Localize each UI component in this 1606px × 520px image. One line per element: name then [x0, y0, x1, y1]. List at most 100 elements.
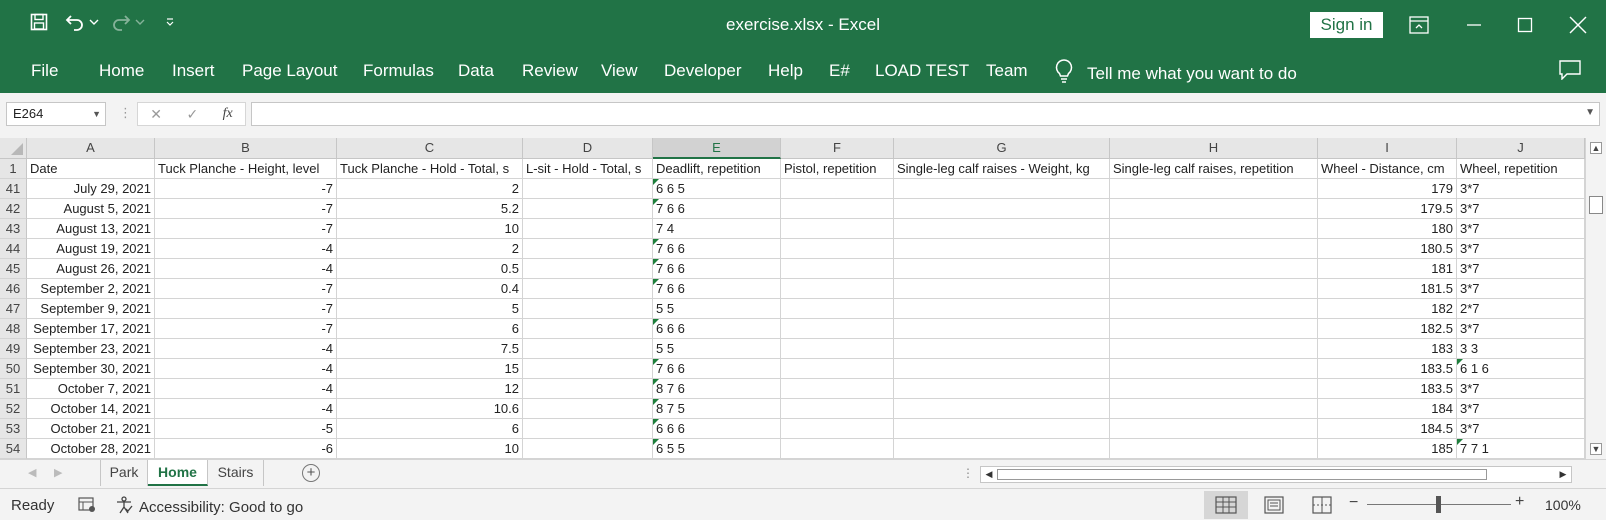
- table-cell[interactable]: [894, 239, 1110, 259]
- table-cell[interactable]: [781, 299, 894, 319]
- table-cell[interactable]: [1110, 339, 1318, 359]
- table-cell[interactable]: [523, 239, 653, 259]
- enter-icon[interactable]: ✓: [186, 106, 198, 123]
- table-cell[interactable]: 15: [337, 359, 523, 379]
- table-cell[interactable]: 7 6 6: [653, 359, 781, 379]
- table-cell[interactable]: 3 3: [1457, 339, 1585, 359]
- table-cell[interactable]: 3*7: [1457, 259, 1585, 279]
- table-cell[interactable]: [781, 259, 894, 279]
- row-header[interactable]: 54: [0, 439, 27, 459]
- table-cell[interactable]: 8 7 6: [653, 379, 781, 399]
- table-cell[interactable]: [523, 179, 653, 199]
- table-cell[interactable]: 2: [337, 179, 523, 199]
- customize-toolbar-icon[interactable]: [160, 11, 180, 33]
- tab-review[interactable]: Review: [522, 61, 578, 81]
- ribbon-display-options-icon[interactable]: [1404, 10, 1434, 40]
- tab-formulas[interactable]: Formulas: [363, 61, 434, 81]
- table-cell[interactable]: [781, 319, 894, 339]
- table-cell[interactable]: 183.5: [1318, 379, 1457, 399]
- table-cell[interactable]: -7: [155, 219, 337, 239]
- table-cell[interactable]: 183.5: [1318, 359, 1457, 379]
- row-header[interactable]: 42: [0, 199, 27, 219]
- close-icon[interactable]: [1563, 10, 1593, 40]
- table-cell[interactable]: [1110, 359, 1318, 379]
- scroll-up-icon[interactable]: ▲: [1590, 142, 1602, 154]
- previous-sheet-icon[interactable]: ◀: [28, 466, 36, 479]
- table-cell[interactable]: 181.5: [1318, 279, 1457, 299]
- table-cell[interactable]: -7: [155, 279, 337, 299]
- table-cell[interactable]: [781, 359, 894, 379]
- tab-insert[interactable]: Insert: [172, 61, 215, 81]
- table-cell[interactable]: [1110, 239, 1318, 259]
- header-cell[interactable]: Tuck Planche - Height, level: [155, 159, 337, 179]
- table-cell[interactable]: [1110, 179, 1318, 199]
- row-header[interactable]: 45: [0, 259, 27, 279]
- table-cell[interactable]: -7: [155, 199, 337, 219]
- tab-file[interactable]: File: [31, 61, 58, 81]
- table-cell[interactable]: 3*7: [1457, 399, 1585, 419]
- table-cell[interactable]: [894, 279, 1110, 299]
- table-cell[interactable]: 180: [1318, 219, 1457, 239]
- scroll-down-icon[interactable]: ▼: [1590, 443, 1602, 455]
- table-cell[interactable]: August 5, 2021: [27, 199, 155, 219]
- table-cell[interactable]: [894, 319, 1110, 339]
- table-cell[interactable]: [1110, 319, 1318, 339]
- vertical-scrollbar[interactable]: ▲ ▼: [1585, 138, 1606, 459]
- table-cell[interactable]: [523, 439, 653, 459]
- table-cell[interactable]: -4: [155, 339, 337, 359]
- worksheet-grid[interactable]: ▲ ▼ A B C D E F G H I J 1 Date Tuck Planche - Height…: [0, 138, 1606, 459]
- table-cell[interactable]: 184.5: [1318, 419, 1457, 439]
- minimize-icon[interactable]: [1459, 10, 1489, 40]
- macro-recording-icon[interactable]: [78, 497, 96, 517]
- table-cell[interactable]: 6 1 6: [1457, 359, 1585, 379]
- column-header-j[interactable]: J: [1457, 138, 1585, 159]
- table-cell[interactable]: [523, 359, 653, 379]
- sheet-tab-park[interactable]: Park: [100, 460, 148, 486]
- table-cell[interactable]: September 2, 2021: [27, 279, 155, 299]
- header-cell[interactable]: Date: [27, 159, 155, 179]
- formula-input[interactable]: ▼: [251, 102, 1600, 126]
- table-cell[interactable]: -4: [155, 379, 337, 399]
- table-cell[interactable]: [894, 439, 1110, 459]
- table-cell[interactable]: 181: [1318, 259, 1457, 279]
- table-cell[interactable]: [1110, 379, 1318, 399]
- table-cell[interactable]: -4: [155, 239, 337, 259]
- table-cell[interactable]: [1110, 219, 1318, 239]
- row-header[interactable]: 43: [0, 219, 27, 239]
- table-cell[interactable]: September 9, 2021: [27, 299, 155, 319]
- table-cell[interactable]: [781, 279, 894, 299]
- horizontal-scrollbar[interactable]: ◀ ▶: [980, 466, 1572, 483]
- chevron-down-icon[interactable]: ▼: [92, 103, 101, 125]
- row-header[interactable]: 47: [0, 299, 27, 319]
- table-cell[interactable]: [523, 299, 653, 319]
- column-header-b[interactable]: B: [155, 138, 337, 159]
- table-cell[interactable]: 179.5: [1318, 199, 1457, 219]
- header-cell[interactable]: L-sit - Hold - Total, s: [523, 159, 653, 179]
- table-cell[interactable]: 2: [337, 239, 523, 259]
- page-break-preview-icon[interactable]: [1300, 491, 1344, 519]
- tab-team[interactable]: Team: [986, 61, 1028, 81]
- zoom-slider-thumb[interactable]: [1436, 496, 1441, 513]
- column-header-h[interactable]: H: [1110, 138, 1318, 159]
- table-cell[interactable]: 3*7: [1457, 379, 1585, 399]
- table-cell[interactable]: [781, 419, 894, 439]
- scroll-left-icon[interactable]: ◀: [983, 469, 995, 480]
- table-cell[interactable]: 6: [337, 319, 523, 339]
- table-cell[interactable]: 5.2: [337, 199, 523, 219]
- table-cell[interactable]: [894, 299, 1110, 319]
- table-cell[interactable]: 183: [1318, 339, 1457, 359]
- row-header[interactable]: 53: [0, 419, 27, 439]
- table-cell[interactable]: [1110, 419, 1318, 439]
- table-cell[interactable]: 5 5: [653, 299, 781, 319]
- table-cell[interactable]: September 23, 2021: [27, 339, 155, 359]
- column-header-c[interactable]: C: [337, 138, 523, 159]
- table-cell[interactable]: 3*7: [1457, 219, 1585, 239]
- table-cell[interactable]: 7.5: [337, 339, 523, 359]
- table-cell[interactable]: 2*7: [1457, 299, 1585, 319]
- tell-me-search[interactable]: Tell me what you want to do: [1055, 59, 1297, 88]
- table-cell[interactable]: 3*7: [1457, 419, 1585, 439]
- table-cell[interactable]: [894, 339, 1110, 359]
- table-cell[interactable]: October 14, 2021: [27, 399, 155, 419]
- table-cell[interactable]: [894, 219, 1110, 239]
- table-cell[interactable]: [781, 199, 894, 219]
